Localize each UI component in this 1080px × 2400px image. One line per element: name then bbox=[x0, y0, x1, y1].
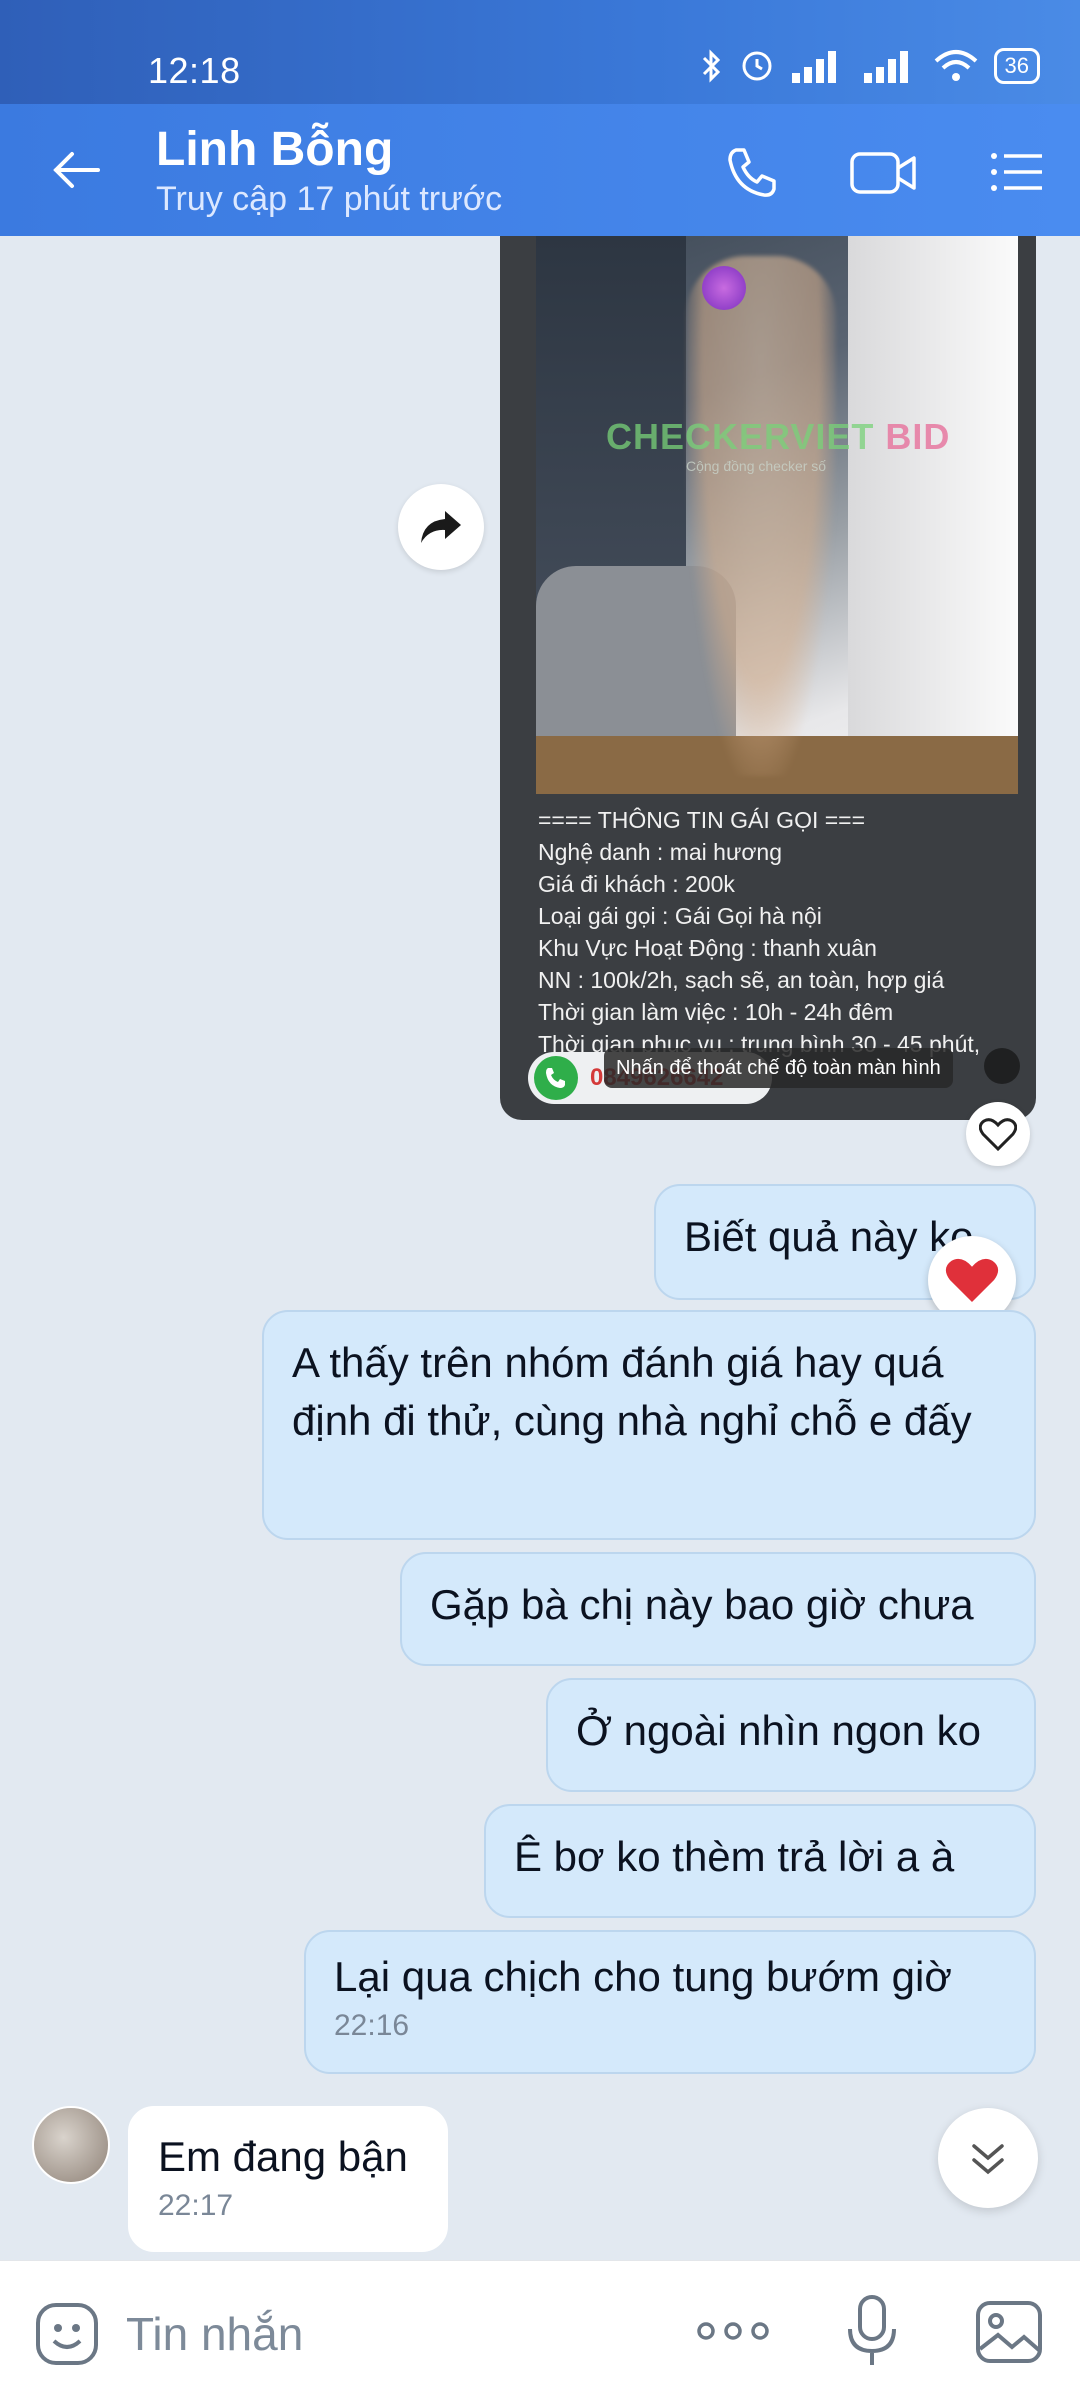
last-seen: Truy cập 17 phút trước bbox=[156, 180, 503, 218]
photo-watermark: CHECKERVIET BID bbox=[606, 416, 951, 457]
signal-icon-2 bbox=[863, 51, 908, 83]
scroll-down-button[interactable] bbox=[938, 2108, 1038, 2208]
info-line: Loại gái gọi : Gái Gọi hà nội bbox=[538, 903, 822, 929]
status-bar: 12:18 36 bbox=[0, 0, 1080, 104]
message-time: 22:17 bbox=[158, 2189, 234, 2222]
share-button[interactable] bbox=[398, 484, 484, 570]
image-message[interactable]: CHECKERVIET BID Cộng đồng checker số ===… bbox=[500, 236, 1036, 1120]
video-icon[interactable] bbox=[848, 142, 918, 202]
info-line: Thời gian làm việc : 10h - 24h đêm bbox=[538, 999, 894, 1025]
battery-indicator: 36 bbox=[993, 48, 1040, 84]
more-icon[interactable] bbox=[696, 2311, 770, 2351]
message-text: Lại qua chịch cho tung bướm giờ bbox=[334, 1953, 952, 2000]
message-bubble[interactable]: Gặp bà chị này bao giờ chưa bbox=[400, 1552, 1036, 1666]
alarm-icon bbox=[742, 51, 772, 81]
face-sticker bbox=[702, 266, 746, 310]
info-line: Nghệ danh : mai hương bbox=[538, 839, 783, 865]
info-text: ==== THÔNG TIN GÁI GỌI === Nghệ danh : m… bbox=[538, 804, 1028, 1060]
signal-icon bbox=[791, 51, 836, 83]
share-icon bbox=[421, 511, 461, 543]
phone-icon[interactable] bbox=[722, 142, 782, 202]
bluetooth-icon bbox=[702, 49, 720, 83]
like-button[interactable] bbox=[966, 1102, 1030, 1166]
info-line: NN : 100k/2h, sạch sẽ, an toàn, hợp giá bbox=[538, 967, 945, 993]
message-text: A thấy trên nhóm đánh giá hay quá định đ… bbox=[292, 1339, 972, 1444]
message-text: Ở ngoài nhìn ngon ko bbox=[576, 1707, 981, 1754]
message-time: 22:16 bbox=[334, 2009, 410, 2042]
wifi-icon bbox=[934, 50, 977, 81]
info-line: Khu Vực Hoạt Động : thanh xuân bbox=[538, 935, 877, 961]
arrow-left-icon[interactable] bbox=[46, 140, 106, 200]
status-time: 12:18 bbox=[148, 50, 241, 91]
mic-icon[interactable] bbox=[842, 2291, 902, 2371]
message-text: Em đang bận bbox=[158, 2133, 408, 2180]
emoji-icon[interactable] bbox=[34, 2301, 100, 2367]
message-bubble[interactable]: A thấy trên nhóm đánh giá hay quá định đ… bbox=[262, 1310, 1036, 1540]
status-icons: 36 bbox=[700, 48, 1040, 84]
message-text: Biết quả này ko bbox=[684, 1213, 974, 1260]
chevron-down-icon bbox=[972, 2144, 1004, 2175]
avatar[interactable] bbox=[32, 2106, 110, 2184]
photo-curtain bbox=[848, 236, 1018, 794]
fullscreen-tooltip: Nhấn để thoát chế độ toàn màn hình bbox=[604, 1048, 953, 1088]
message-bubble[interactable]: Lại qua chịch cho tung bướm giờ 22:16 bbox=[304, 1930, 1036, 2074]
heart-icon bbox=[979, 1118, 1017, 1151]
gallery-icon[interactable] bbox=[974, 2299, 1044, 2365]
message-bubble[interactable]: Em đang bận 22:17 bbox=[128, 2106, 448, 2252]
message-text: Gặp bà chị này bao giờ chưa bbox=[430, 1581, 974, 1628]
input-bar: Tin nhắn bbox=[0, 2260, 1080, 2400]
photo-watermark-sub: Cộng đồng checker số bbox=[686, 458, 827, 474]
message-bubble[interactable]: Ê bơ ko thèm trả lời a à bbox=[484, 1804, 1036, 1918]
message-text: Ê bơ ko thèm trả lời a à bbox=[514, 1833, 955, 1880]
message-input[interactable]: Tin nhắn bbox=[126, 2307, 303, 2361]
call-icon bbox=[534, 1056, 578, 1100]
menu-icon[interactable] bbox=[986, 142, 1046, 202]
chat-header: Linh Bỗng Truy cập 17 phút trước bbox=[0, 104, 1080, 236]
message-bubble[interactable]: Ở ngoài nhìn ngon ko bbox=[546, 1678, 1036, 1792]
shared-photo[interactable]: CHECKERVIET BID Cộng đồng checker số bbox=[536, 236, 1018, 794]
contact-name[interactable]: Linh Bỗng bbox=[156, 122, 393, 177]
info-line: Giá đi khách : 200k bbox=[538, 871, 735, 897]
heart-icon bbox=[945, 1258, 999, 1303]
photo-figure bbox=[686, 256, 836, 776]
info-line: ==== THÔNG TIN GÁI GỌI === bbox=[538, 807, 866, 833]
exit-fullscreen-icon[interactable] bbox=[984, 1048, 1020, 1084]
